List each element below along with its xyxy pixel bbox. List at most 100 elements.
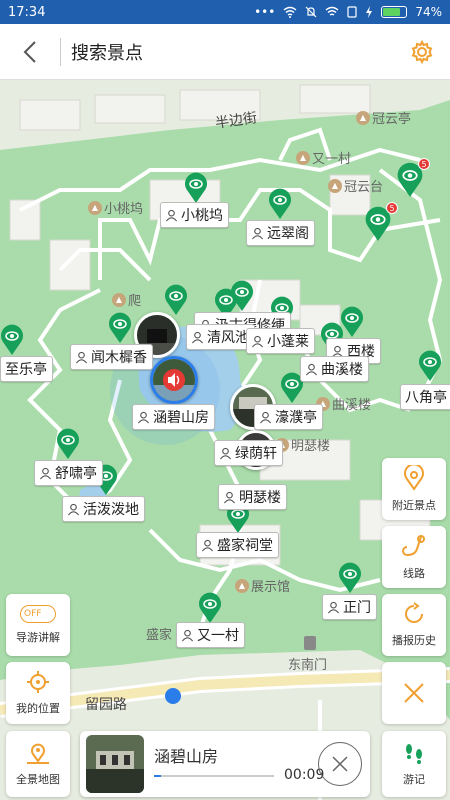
route-button[interactable]: 线路 [382, 526, 446, 588]
poi-shengjia: 盛家 [146, 624, 172, 643]
poi-dongnanmen: 东南门 [288, 654, 327, 673]
person-icon [223, 491, 236, 503]
app-header: 搜索景点 [0, 24, 450, 80]
bus-stop-icon [165, 688, 181, 704]
scenic-label-youyi[interactable]: 又一村 [176, 622, 245, 648]
building-icon: ▲ [296, 150, 310, 165]
guide-label: 导游讲解 [16, 631, 60, 644]
person-icon [165, 209, 178, 221]
pin-count-badge: 5 [386, 202, 398, 214]
mylocation-label: 我的位置 [16, 702, 60, 715]
scenic-label-xiaopenglai[interactable]: 小蓬莱 [246, 328, 315, 354]
broadcast-history-button[interactable]: 播报历史 [382, 594, 446, 656]
person-icon [219, 447, 232, 459]
scenic-label-text: 正门 [343, 600, 371, 616]
scenic-label-text: 八角亭 [405, 390, 447, 406]
scenic-label-mingse[interactable]: 明瑟楼 [218, 484, 287, 510]
scenic-pin[interactable]: 5 [396, 158, 430, 198]
scenic-label-huopopo[interactable]: 活泼泼地 [62, 496, 145, 522]
poi-shengjia-text: 盛家 [146, 628, 173, 643]
scenic-pin[interactable] [184, 172, 208, 204]
wifi-icon [283, 6, 297, 18]
building-icon: ▲ [112, 292, 126, 307]
scenic-pin[interactable] [164, 284, 188, 316]
scenic-label-text: 舒啸亭 [55, 466, 97, 482]
back-button[interactable] [0, 24, 60, 80]
scenic-label-yuancuige[interactable]: 远翠阁 [246, 220, 315, 246]
footprint-button[interactable]: 游记 [382, 731, 446, 797]
poi-quxilou-text: 曲溪楼 [332, 398, 372, 413]
scenic-label-wenmuxi[interactable]: 闻木樨香 [70, 344, 153, 370]
person-icon [191, 331, 204, 343]
scenic-label-xiaotaowu[interactable]: 小桃坞 [160, 202, 229, 228]
scenic-label-shengjia[interactable]: 盛家祠堂 [196, 532, 279, 558]
person-icon [67, 503, 80, 515]
player-cover-image[interactable] [86, 735, 144, 793]
audio-player: 涵碧山房 00:09 [80, 731, 370, 797]
scenic-pin[interactable] [56, 428, 80, 460]
route-icon [402, 535, 425, 556]
scenic-label-text: 又一村 [197, 628, 239, 644]
poi-dongnanmen-text: 东南门 [288, 658, 328, 673]
charging-icon [366, 6, 373, 18]
scenic-pin[interactable] [268, 188, 292, 220]
scenic-label-zhengmen[interactable]: 正门 [322, 594, 377, 620]
route-label: 线路 [403, 567, 425, 580]
crosshair-icon [27, 671, 49, 693]
settings-button[interactable] [394, 24, 450, 80]
scenic-label-text: 濠濮亭 [275, 410, 317, 426]
player-close-button[interactable] [318, 742, 362, 786]
guide-toggle[interactable]: OFF [20, 605, 56, 623]
footprint-label: 游记 [403, 773, 425, 786]
signal-icon [325, 6, 339, 16]
nearby-scenic-button[interactable]: 附近景点 [382, 458, 446, 520]
scenic-label-text: 绿荫轩 [235, 446, 277, 462]
notification-dots: ••• [254, 5, 276, 19]
player-track-name: 涵碧山房 [154, 747, 219, 766]
footprint-icon [406, 744, 422, 764]
person-icon [39, 467, 52, 479]
gear-icon [411, 39, 433, 64]
full-map-button[interactable]: 全景地图 [6, 731, 70, 797]
scenic-label-zhile[interactable]: 至乐亭 [0, 356, 53, 382]
scenic-pin[interactable] [198, 592, 222, 624]
scenic-label-lvyin[interactable]: 绿荫轩 [214, 440, 283, 466]
poi-guanyuntai: ▲ 冠云台 [328, 176, 383, 195]
poi-quxilou: ▲ 曲溪楼 [316, 394, 371, 413]
guide-button[interactable]: OFF 导游讲解 [6, 594, 70, 656]
battery-percent: 74% [415, 5, 442, 19]
scenic-label-haopu[interactable]: 濠濮亭 [254, 404, 323, 430]
scenic-pin[interactable]: 5 [364, 202, 398, 242]
gate-icon [304, 636, 316, 650]
scenic-label-text: 闻木樨香 [91, 350, 147, 366]
building-icon: ▲ [328, 178, 342, 193]
scenic-label-hanbi[interactable]: 涵碧山房 [132, 404, 215, 430]
battery-icon [381, 6, 408, 18]
fullmap-label: 全景地图 [16, 773, 60, 786]
poi-zhanshiguan-text: 展示馆 [251, 580, 291, 595]
person-icon [137, 411, 150, 423]
nearby-label: 附近景点 [392, 499, 436, 512]
person-icon [201, 539, 214, 551]
scenic-label-shuxiao[interactable]: 舒啸亭 [34, 460, 103, 486]
poi-mingselou: ▲明瑟楼 [275, 435, 330, 454]
history-icon [405, 602, 423, 623]
scenic-label-quxilou[interactable]: 曲溪楼 [300, 356, 369, 382]
scenic-label-ba[interactable]: 八角亭 [400, 384, 450, 410]
my-location-button[interactable]: 我的位置 [6, 662, 70, 724]
close-panel-button[interactable] [382, 662, 446, 724]
scenic-pin[interactable] [418, 350, 442, 382]
poi-youyicun: ▲ 又一村 [296, 148, 351, 167]
player-progress-bar[interactable] [154, 775, 274, 777]
scenic-label-text: 小蓬莱 [267, 334, 309, 350]
person-icon [327, 601, 340, 613]
building-icon: ▲ [235, 578, 249, 593]
poi-guanyunting: ▲ 冠云亭 [356, 108, 411, 127]
scenic-label-qingfeng[interactable]: 清风池 [186, 324, 255, 350]
poi-xiaotaowu-text: 小桃坞 [104, 202, 144, 217]
scenic-pin[interactable] [108, 312, 132, 344]
current-scenic-thumb[interactable] [150, 356, 198, 404]
scenic-pin[interactable] [338, 562, 362, 594]
person-icon [181, 629, 194, 641]
scenic-pin[interactable] [0, 324, 24, 356]
